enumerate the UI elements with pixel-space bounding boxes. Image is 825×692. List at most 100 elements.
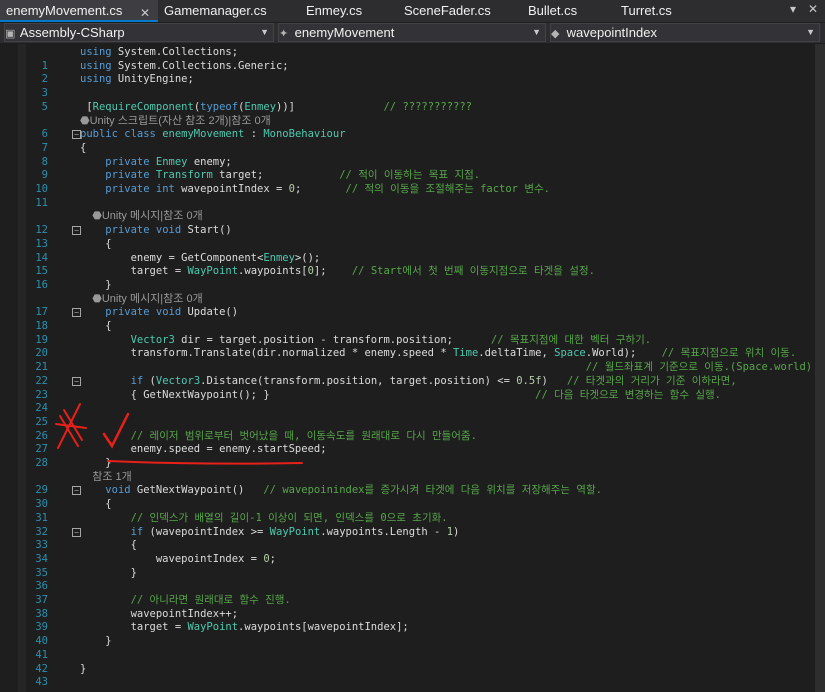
- project-dropdown[interactable]: ▣ Assembly-CSharp ▼: [4, 23, 274, 42]
- code-line[interactable]: 12− private void Start(): [0, 223, 825, 237]
- code-line[interactable]: 28 }: [0, 456, 825, 470]
- code-line[interactable]: 19 Vector3 dir = target.position - trans…: [0, 333, 825, 347]
- line-number: 9: [41, 169, 48, 182]
- member-dropdown[interactable]: ◆ wavepointIndex ▼: [550, 23, 820, 42]
- line-number: 8: [41, 155, 48, 168]
- code-line[interactable]: 16 }: [0, 278, 825, 292]
- code-line[interactable]: 37 // 아니라면 원래대로 함수 진행.: [0, 593, 825, 607]
- class-dropdown[interactable]: ✦ enemyMovement ▼: [278, 23, 546, 42]
- code-line[interactable]: 11: [0, 196, 825, 210]
- code-line[interactable]: 39 target = WayPoint.waypoints[wavepoint…: [0, 620, 825, 634]
- code-line[interactable]: 27 enemy.speed = enemy.startSpeed;: [0, 442, 825, 456]
- code-line[interactable]: 29− void GetNextWaypoint() // wavepoinin…: [0, 483, 825, 497]
- code-line[interactable]: 8 private Enmey enemy;: [0, 155, 825, 169]
- code-line[interactable]: 6− public class enemyMovement : MonoBehav…: [0, 127, 825, 141]
- line-number: 13: [35, 237, 48, 250]
- code-line[interactable]: 31 // 인덱스가 배열의 길이-1 이상이 되면, 인덱스를 0으로 초기화…: [0, 511, 825, 525]
- line-number: 23: [35, 388, 48, 401]
- code-line[interactable]: 43: [0, 675, 825, 689]
- code-line[interactable]: 35 }: [0, 566, 825, 580]
- codelens-reference[interactable]: ⬣Unity 메시지|참조 0개: [80, 292, 202, 306]
- code-line[interactable]: 18 {: [0, 319, 825, 333]
- line-number: 39: [35, 621, 48, 634]
- line-number: 22: [35, 374, 48, 387]
- code-line[interactable]: 21 // 월드좌표계 기준으로 이동.(Space.world): [0, 360, 825, 374]
- code-line[interactable]: 2 using UnityEngine;: [0, 72, 825, 86]
- code-line[interactable]: 32− if (wavepointIndex >= WayPoint.waypo…: [0, 525, 825, 539]
- line-number: 40: [35, 635, 48, 648]
- tab-label: Enmey.cs: [306, 3, 363, 18]
- code-line[interactable]: 41: [0, 648, 825, 662]
- vertical-scrollbar[interactable]: [815, 44, 825, 692]
- tab-label: enemyMovement.cs: [6, 3, 123, 18]
- code-text: private void Start(): [105, 224, 232, 237]
- code-text: transform.Translate(dir.normalized * ene…: [80, 347, 797, 360]
- code-text: }: [80, 662, 87, 675]
- code-text: enemy.speed = enemy.startSpeed;: [80, 443, 327, 456]
- close-icon[interactable]: ✕: [140, 2, 150, 24]
- code-line[interactable]: 22− if (Vector3.Distance(transform.posit…: [0, 374, 825, 388]
- line-number: 43: [35, 676, 48, 689]
- code-text: enemy = GetComponent<Enmey>();: [80, 251, 321, 264]
- codelens-reference[interactable]: 참조 1개: [80, 470, 132, 484]
- code-line[interactable]: using System.Collections;: [0, 45, 825, 59]
- line-number: 12: [35, 224, 48, 237]
- tab-enmey[interactable]: Enmey.cs: [306, 0, 386, 22]
- code-line[interactable]: 34 wavepointIndex = 0;: [0, 552, 825, 566]
- code-line[interactable]: 24: [0, 401, 825, 415]
- chevron-down-icon: ▼: [806, 27, 815, 37]
- code-text: }: [80, 457, 112, 469]
- code-line[interactable]: 9 private Transform target; // 적이 이동하는 목…: [0, 168, 825, 182]
- navigation-bar: ▣ Assembly-CSharp ▼ ✦ enemyMovement ▼ ◆ …: [0, 23, 825, 43]
- code-line[interactable]: 36: [0, 579, 825, 593]
- code-line[interactable]: ⬣Unity 메시지|참조 0개: [0, 209, 825, 223]
- code-line[interactable]: 17− private void Update(): [0, 305, 825, 319]
- code-line[interactable]: ⬣Unity 메시지|참조 0개: [0, 292, 825, 306]
- tab-list-dropdown-icon[interactable]: ▾: [790, 2, 796, 16]
- line-number: 30: [35, 498, 48, 511]
- code-text: wavepointIndex = 0;: [80, 552, 276, 565]
- code-line[interactable]: 38 wavepointIndex++;: [0, 607, 825, 621]
- code-line[interactable]: 25: [0, 415, 825, 429]
- code-line[interactable]: 7{: [0, 141, 825, 155]
- code-line[interactable]: 13 {: [0, 237, 825, 251]
- code-line[interactable]: 3: [0, 86, 825, 100]
- code-text: private Enmey enemy;: [105, 155, 232, 168]
- code-line[interactable]: 15 target = WayPoint.waypoints[0]; // St…: [0, 264, 825, 278]
- line-number: 15: [35, 265, 48, 278]
- tab-bullet[interactable]: Bullet.cs: [528, 0, 608, 22]
- code-text: {: [80, 539, 137, 552]
- close-icon[interactable]: ✕: [808, 2, 818, 16]
- code-text: // 월드좌표계 기준으로 이동.(Space.world): [585, 361, 813, 374]
- codelens-reference[interactable]: ⬣Unity 메시지|참조 0개: [80, 209, 202, 223]
- code-line[interactable]: 42}: [0, 662, 825, 676]
- line-number: 34: [35, 552, 48, 565]
- line-number: 11: [35, 196, 48, 209]
- tab-scenefader[interactable]: SceneFader.cs: [404, 0, 514, 22]
- code-text: wavepointIndex++;: [80, 607, 239, 620]
- tab-label: SceneFader.cs: [404, 3, 491, 18]
- code-line[interactable]: 26 // 레이저 범위로부터 벗어났을 때, 이동속도를 원래대로 다시 만들…: [0, 429, 825, 443]
- code-editor[interactable]: using System.Collections; 1 using System.C…: [0, 44, 825, 692]
- code-line[interactable]: 참조 1개: [0, 470, 825, 484]
- code-line[interactable]: 1 using System.Collections.Generic;: [0, 59, 825, 73]
- code-line[interactable]: ⬣Unity 스크립트(자산 참조 2개)|참조 0개: [0, 114, 825, 128]
- line-number: 3: [41, 87, 48, 100]
- line-number: 27: [35, 443, 48, 456]
- code-line[interactable]: 20 transform.Translate(dir.normalized * …: [0, 346, 825, 360]
- tab-enemymovement[interactable]: enemyMovement.cs ✕: [0, 0, 158, 22]
- code-line[interactable]: 30 {: [0, 497, 825, 511]
- tab-gamemanager[interactable]: Gamemanager.cs: [164, 0, 294, 22]
- code-line[interactable]: 10 private int wavepointIndex = 0; // 적의…: [0, 182, 825, 196]
- code-text: target = WayPoint.waypoints[0]; // Start…: [80, 265, 595, 278]
- code-line[interactable]: 40 }: [0, 634, 825, 648]
- line-number: 42: [35, 662, 48, 675]
- field-icon: ◆: [551, 28, 560, 40]
- tab-turret[interactable]: Turret.cs: [621, 0, 701, 22]
- code-text: Vector3 dir = target.position - transfor…: [130, 333, 652, 346]
- code-line[interactable]: 23 { GetNextWaypoint(); } // 다음 타겟으로 변경하…: [0, 388, 825, 402]
- code-line[interactable]: 14 enemy = GetComponent<Enmey>();: [0, 251, 825, 265]
- code-line[interactable]: 33 {: [0, 538, 825, 552]
- codelens-reference[interactable]: ⬣Unity 스크립트(자산 참조 2개)|참조 0개: [80, 114, 271, 128]
- code-line[interactable]: 5 [RequireComponent(typeof(Enmey))] // ?…: [0, 100, 825, 114]
